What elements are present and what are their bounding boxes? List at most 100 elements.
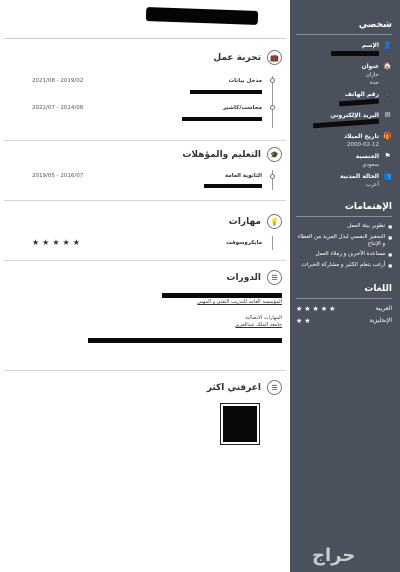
skills-divider-line (272, 236, 273, 250)
experience-item: مدخل بيانات 2019/02 - 2021/08 (32, 78, 262, 94)
course-org-link[interactable]: المؤسسة العامة للتدريب التقني و المهني (88, 299, 282, 305)
skill-name: مايكروسوفت (226, 239, 262, 246)
person-icon: 👤 (383, 41, 392, 49)
courses-section: ☰ الدورات (6, 270, 282, 285)
education-section: 🎓 التعليم والمؤهلات (6, 147, 282, 162)
phone-row: 📞 رقم الهاتف (296, 90, 392, 98)
experience-title: محاسب/كاشير (222, 105, 262, 111)
phone-label: رقم الهاتف (344, 90, 379, 98)
home-icon: 🏠 (383, 62, 392, 70)
birth-label: تاريخ الميلاد (343, 132, 379, 140)
redacted-company (182, 117, 262, 121)
more-header: ☰ اعرفني اكثر (6, 380, 282, 395)
courses-header: ☰ الدورات (6, 270, 282, 285)
interest-item: مساعدة الآخرين و زملاء العمل (296, 251, 392, 259)
address-row: 🏠 عنوان (296, 62, 392, 70)
experience-section: 💼 تجربة عمل (6, 50, 282, 65)
course-org-link[interactable]: جامعة الملك عبدالعزيز (88, 322, 282, 328)
language-rating: ★★ (296, 317, 313, 326)
marital-label: الحالة المدنية (339, 172, 379, 180)
people-icon: 👥 (383, 172, 392, 180)
experience-timeline (272, 76, 273, 128)
language-row: الإنجليزية ★★ (296, 317, 392, 325)
nationality-value: سعودي (362, 162, 379, 168)
timeline-dot (270, 105, 275, 110)
redacted-company (190, 90, 262, 94)
address-line2: جدة (369, 80, 379, 86)
interest-item: التحفيز النفسي لبذل المزيد من العطاء و ا… (296, 234, 392, 248)
experience-item: محاسب/كاشير 2024/08 - 2022/07 (32, 105, 262, 121)
education-date: 2016/07 - 2019/05 (32, 173, 84, 179)
skills-heading: مهارات (228, 216, 261, 227)
languages-heading: اللغات (364, 284, 392, 295)
name-row: 👤 الإسم (296, 41, 392, 49)
sidebar-divider (296, 298, 392, 300)
education-heading: التعليم والمؤهلات (182, 149, 261, 160)
list-icon: ☰ (267, 380, 282, 395)
language-rating: ★★★★★ (296, 305, 338, 314)
experience-title: مدخل بيانات (228, 78, 262, 84)
sidebar: شخصي 👤 الإسم 🏠 عنوان جازان جدة 📞 رقم اله… (290, 0, 400, 572)
experience-date: 2019/02 - 2021/08 (32, 78, 84, 84)
list-icon: ☰ (267, 270, 282, 285)
education-header: 🎓 التعليم والمؤهلات (6, 147, 282, 162)
gift-icon: 🎁 (383, 132, 392, 140)
language-name: العربية (375, 305, 392, 313)
language-row: العربية ★★★★★ (296, 305, 392, 313)
timeline-dot (270, 174, 275, 179)
interest-item: تطوير بيئة العمل (296, 223, 392, 231)
language-name: الإنجليزية (369, 317, 392, 325)
skill-item: مايكروسوفت ★★★★★ (32, 238, 262, 247)
graduation-cap-icon: 🎓 (267, 147, 282, 162)
personal-heading: شخصي (358, 20, 392, 30)
interests-heading: الإهتمامات (344, 202, 392, 212)
address-label: عنوان (361, 62, 380, 70)
address-line1: جازان (365, 72, 379, 78)
name-value (296, 51, 379, 58)
more-section: ☰ اعرفني اكثر (6, 380, 282, 395)
redacted-phone (338, 98, 380, 107)
education-item: الثانوية العامة 2016/07 - 2019/05 (32, 173, 262, 188)
redacted-name (145, 7, 259, 25)
skills-section: 💡 مهارات (6, 214, 282, 229)
redacted-school (204, 184, 262, 188)
timeline-dot (270, 78, 275, 83)
experience-date: 2024/08 - 2022/07 (32, 105, 84, 111)
section-divider (4, 260, 286, 261)
course-block: المؤسسة العامة للتدريب التقني و المهني ا… (88, 293, 282, 343)
nationality-row: ⚑ الجنسية (296, 152, 392, 160)
more-heading: اعرفني اكثر (206, 382, 261, 393)
lightbulb-icon: 💡 (267, 214, 282, 229)
interest-item: أرغب بتعلم الكثير و مشاركة الخبرات (296, 262, 392, 270)
name-label: الإسم (361, 41, 379, 49)
email-label: البريد الإلكتروني (330, 111, 379, 119)
course-title: المهارات الاتصالية (245, 315, 282, 321)
redacted-name-value (331, 51, 379, 56)
phone-value (296, 98, 380, 107)
envelope-icon: ✉ (384, 111, 391, 119)
nationality-label: الجنسية (355, 152, 379, 160)
marital-row: 👥 الحالة المدنية (296, 172, 392, 180)
redacted-course-name (162, 293, 282, 298)
haraj-watermark: حراج (312, 545, 356, 566)
birth-value: 2000-02-12 (347, 142, 379, 148)
experience-header: 💼 تجربة عمل (6, 50, 282, 65)
phone-icon: 📞 (383, 90, 392, 98)
redacted-course-details (88, 338, 282, 343)
section-divider (4, 140, 286, 141)
briefcase-icon: 💼 (267, 50, 282, 65)
sidebar-divider (296, 216, 392, 217)
flag-icon: ⚑ (384, 152, 391, 160)
sidebar-divider (296, 34, 392, 35)
top-divider (4, 38, 286, 39)
courses-heading: الدورات (226, 272, 261, 283)
skills-header: 💡 مهارات (6, 214, 282, 229)
main-column: 💼 تجربة عمل مدخل بيانات 2019/02 - 2021/0… (0, 0, 290, 572)
marital-value: أعزب (365, 182, 379, 188)
qr-code (220, 403, 260, 445)
section-divider (4, 370, 286, 371)
resume-page: 💼 تجربة عمل مدخل بيانات 2019/02 - 2021/0… (0, 0, 400, 572)
experience-heading: تجربة عمل (213, 52, 261, 63)
redacted-email (312, 118, 380, 129)
email-value (296, 118, 380, 129)
